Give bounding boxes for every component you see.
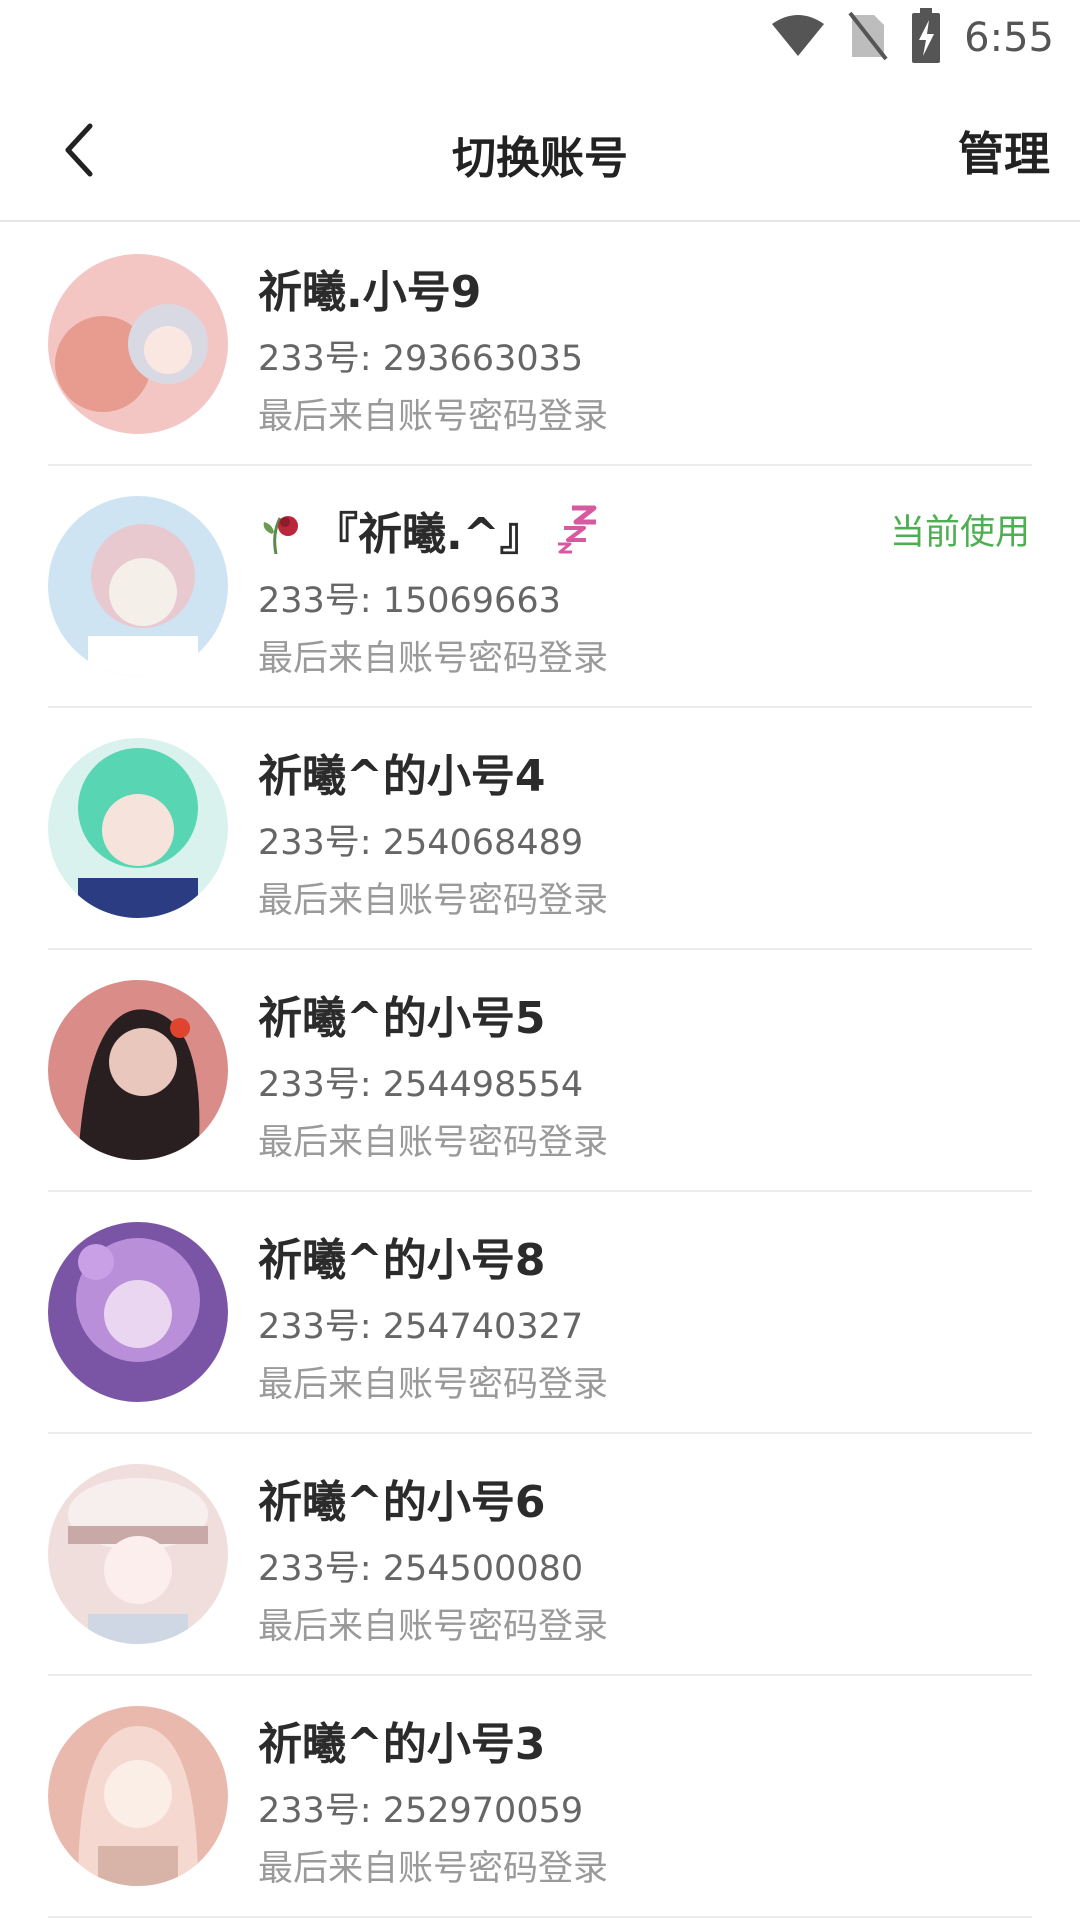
last-login-source: 最后来自账号密码登录	[258, 639, 609, 679]
account-row[interactable]: 祈曦^的小号4 233号: 254068489 最后来自账号密码登录	[0, 708, 1080, 950]
account-name: 祈曦^的小号5	[258, 993, 546, 1044]
avatar	[48, 1222, 228, 1402]
last-login-source: 最后来自账号密码登录	[258, 397, 609, 437]
last-login-source: 最后来自账号密码登录	[258, 881, 609, 921]
avatar	[48, 1464, 228, 1644]
wifi-icon	[770, 14, 826, 62]
current-account-badge: 当前使用	[889, 513, 1030, 553]
account-uid: 233号: 252970059	[258, 1791, 584, 1831]
last-login-source: 最后来自账号密码登录	[258, 1123, 609, 1163]
account-row[interactable]: 祈曦^的小号8 233号: 254740327 最后来自账号密码登录	[0, 1192, 1080, 1434]
wilted-rose-icon	[263, 516, 298, 555]
account-uid: 233号: 254500080	[258, 1549, 584, 1589]
account-name: 祈曦^的小号3	[258, 1719, 546, 1770]
app-header: 切换账号 管理	[0, 76, 1080, 222]
avatar	[48, 1706, 228, 1886]
last-login-source: 最后来自账号密码登录	[258, 1607, 609, 1647]
zzz-sleep-icon	[557, 505, 597, 554]
no-sim-icon	[848, 11, 888, 65]
account-row[interactable]: 『祈曦.^』 当前使用 233号: 15069663 最后来自账号密码登录	[0, 466, 1080, 708]
avatar	[48, 254, 228, 434]
account-row[interactable]: 祈曦^的小号6 233号: 254500080 最后来自账号密码登录	[0, 1434, 1080, 1676]
status-bar: 6:55	[0, 0, 1080, 76]
account-name: 祈曦^的小号8	[258, 1235, 546, 1286]
avatar	[48, 496, 228, 676]
account-uid: 233号: 254068489	[258, 823, 584, 863]
page-title: 切换账号	[452, 133, 628, 184]
divider	[48, 1916, 1032, 1918]
account-name: 祈曦.小号9	[258, 267, 482, 318]
status-time: 6:55	[964, 15, 1054, 61]
account-row[interactable]: 祈曦.小号9 233号: 293663035 最后来自账号密码登录	[0, 224, 1080, 466]
account-row[interactable]: 祈曦^的小号5 233号: 254498554 最后来自账号密码登录	[0, 950, 1080, 1192]
account-name: 祈曦^的小号6	[258, 1477, 546, 1528]
account-uid: 233号: 15069663	[258, 581, 561, 621]
account-uid: 233号: 254498554	[258, 1065, 584, 1105]
account-list: 祈曦.小号9 233号: 293663035 最后来自账号密码登录 『祈曦.^』…	[0, 224, 1080, 1918]
account-row[interactable]: 祈曦^的小号3 233号: 252970059 最后来自账号密码登录	[0, 1676, 1080, 1918]
avatar	[48, 980, 228, 1160]
last-login-source: 最后来自账号密码登录	[258, 1849, 609, 1889]
battery-charging-icon	[910, 8, 942, 68]
account-name: 『祈曦.^』	[258, 498, 600, 562]
account-uid: 233号: 293663035	[258, 339, 584, 379]
manage-button[interactable]: 管理	[958, 118, 1050, 184]
account-name: 祈曦^的小号4	[258, 751, 546, 802]
account-uid: 233号: 254740327	[258, 1307, 584, 1347]
last-login-source: 最后来自账号密码登录	[258, 1365, 609, 1405]
avatar	[48, 738, 228, 918]
